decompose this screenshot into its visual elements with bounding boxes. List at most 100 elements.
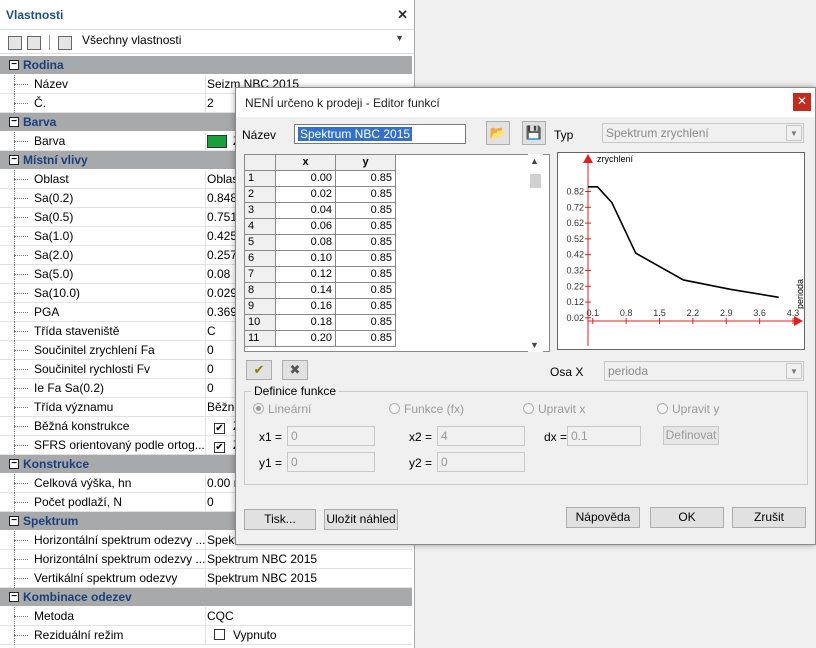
table-row[interactable]: 2 0.02 0.85 [245, 187, 549, 203]
dx-input[interactable]: 0.1 [567, 426, 641, 446]
cell-x[interactable]: 0.06 [276, 219, 336, 235]
chevron-down-icon[interactable]: ▼ [530, 340, 539, 350]
cell-y[interactable]: 0.85 [336, 251, 396, 267]
property-value-cell[interactable]: CQC [205, 606, 412, 626]
ok-button[interactable]: OK [650, 507, 724, 528]
collapse-icon[interactable]: − [9, 117, 19, 127]
property-row[interactable]: Vertikální spektrum odezvy Spektrum NBC 2… [0, 568, 412, 588]
row-number: 11 [245, 331, 276, 347]
table-row[interactable]: 10 0.18 0.85 [245, 315, 549, 331]
confirm-row-button[interactable]: ✔ [246, 360, 272, 380]
cell-y[interactable]: 0.85 [336, 267, 396, 283]
x2-input[interactable]: 4 [437, 426, 525, 446]
cell-y[interactable]: 0.85 [336, 331, 396, 347]
category-label: Rodina [23, 58, 64, 72]
cell-y[interactable]: 0.85 [336, 219, 396, 235]
close-icon[interactable]: ✕ [397, 7, 408, 23]
y2-input[interactable]: 0 [437, 452, 525, 472]
cell-x[interactable]: 0.14 [276, 283, 336, 299]
type-select[interactable]: Spektrum zrychlení ▼ [602, 123, 804, 143]
property-value: 0.08 [207, 266, 231, 281]
cell-y[interactable]: 0.85 [336, 283, 396, 299]
table-row[interactable]: 6 0.10 0.85 [245, 251, 549, 267]
property-name: Celková výška, hn [0, 473, 205, 493]
cell-y[interactable]: 0.85 [336, 235, 396, 251]
table-row[interactable]: 8 0.14 0.85 [245, 283, 549, 299]
chevron-down-icon[interactable]: ▼ [395, 33, 404, 43]
property-name: Třída staveniště [0, 321, 205, 341]
table-row[interactable]: 7 0.12 0.85 [245, 267, 549, 283]
x1-input[interactable]: 0 [287, 426, 375, 446]
radio-linear[interactable]: Lineární [253, 402, 311, 416]
cell-x[interactable]: 0.18 [276, 315, 336, 331]
cell-x[interactable]: 0.00 [276, 171, 336, 187]
collapse-icon[interactable]: − [9, 459, 19, 469]
cancel-button[interactable]: Zrušit [732, 507, 806, 528]
collapse-icon[interactable]: − [9, 592, 19, 602]
property-row[interactable]: Reziduální režim Vypnuto [0, 625, 412, 645]
radio-function[interactable]: Funkce (fx) [389, 402, 464, 416]
table-row[interactable]: 5 0.08 0.85 [245, 235, 549, 251]
property-value-cell[interactable]: Vypnuto [205, 625, 412, 645]
property-value-cell[interactable]: Spektrum NBC 2015 [205, 568, 412, 588]
category-header[interactable]: − Kombinace odezev [0, 588, 412, 607]
checkbox[interactable] [214, 628, 225, 640]
collapse-icon[interactable]: − [9, 60, 19, 70]
cell-y[interactable]: 0.85 [336, 187, 396, 203]
table-row[interactable]: 9 0.16 0.85 [245, 299, 549, 315]
dialog-close-button[interactable]: ✕ [793, 93, 811, 111]
color-swatch[interactable] [207, 134, 227, 148]
collapse-icon[interactable]: − [9, 516, 19, 526]
cell-x[interactable]: 0.08 [276, 235, 336, 251]
filter-icon[interactable] [58, 35, 72, 50]
save-preview-button[interactable]: Uložit náhled [324, 509, 398, 530]
collapse-icon[interactable]: − [9, 155, 19, 165]
chevron-up-icon[interactable]: ▲ [530, 156, 539, 166]
cell-y[interactable]: 0.85 [336, 299, 396, 315]
checkbox[interactable]: ✔ [214, 422, 225, 434]
property-value: Spektrum NBC 2015 [207, 551, 318, 566]
cell-x[interactable]: 0.16 [276, 299, 336, 315]
property-value-cell[interactable]: Spektrum NBC 2015 [205, 549, 412, 569]
y-tick-label: 0.02 [566, 313, 584, 323]
y-tick-label: 0.82 [566, 187, 584, 197]
checkbox[interactable]: ✔ [214, 441, 225, 453]
table-row[interactable]: 4 0.06 0.85 [245, 219, 549, 235]
category-header[interactable]: − Rodina [0, 56, 412, 75]
property-row[interactable]: Horizontální spektrum odezvy ... Spektrum… [0, 549, 412, 569]
function-table[interactable]: x y 1 0.00 0.85 2 0.02 0.85 3 0.04 0.85 4 0.06 0.85… [244, 154, 550, 352]
property-value: 2 [207, 95, 214, 110]
dialog-title: NENÍ určeno k prodeji - Editor funkcí [245, 95, 440, 110]
save-icon[interactable] [8, 35, 22, 50]
table-scrollbar[interactable]: ▲ ▼ [528, 154, 543, 352]
name-input[interactable]: Spektrum NBC 2015 [294, 124, 466, 144]
y1-input[interactable]: 0 [287, 452, 375, 472]
cell-y[interactable]: 0.85 [336, 203, 396, 219]
print-button[interactable]: Tisk... [244, 509, 316, 530]
property-filter-select[interactable]: Všechny vlastnosti [82, 33, 181, 47]
table-row[interactable]: 3 0.04 0.85 [245, 203, 549, 219]
scrollbar-thumb[interactable] [530, 174, 541, 188]
property-value: 0.369 [207, 304, 238, 319]
osa-x-select[interactable]: perioda ▼ [604, 361, 804, 381]
cell-x[interactable]: 0.10 [276, 251, 336, 267]
cell-y[interactable]: 0.85 [336, 315, 396, 331]
radio-edit-x[interactable]: Upravit x [523, 402, 585, 416]
radio-edit-y[interactable]: Upravit y [657, 402, 719, 416]
export-icon[interactable] [27, 35, 41, 50]
column-header-x: x [276, 155, 336, 171]
open-folder-button[interactable]: 📂 [486, 121, 510, 145]
table-row[interactable]: 11 0.20 0.85 [245, 331, 549, 347]
cell-x[interactable]: 0.04 [276, 203, 336, 219]
save-function-button[interactable]: 💾 [522, 121, 546, 145]
y-tick-label: 0.32 [566, 265, 584, 275]
define-button[interactable]: Definovat [663, 426, 719, 445]
table-row[interactable]: 1 0.00 0.85 [245, 171, 549, 187]
cell-y[interactable]: 0.85 [336, 171, 396, 187]
delete-row-button[interactable]: ✖ [282, 360, 308, 380]
cell-x[interactable]: 0.02 [276, 187, 336, 203]
property-row[interactable]: Metoda CQC [0, 606, 412, 626]
cell-x[interactable]: 0.12 [276, 267, 336, 283]
help-button[interactable]: Nápověda [566, 507, 640, 528]
cell-x[interactable]: 0.20 [276, 331, 336, 347]
